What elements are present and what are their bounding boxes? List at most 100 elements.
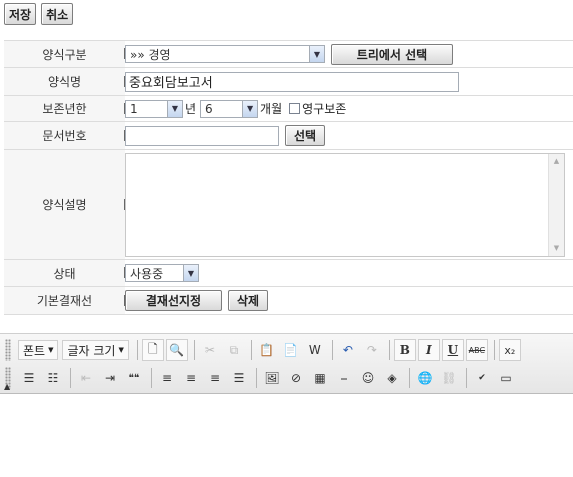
toolbar-row-2: ☰ ☷ ⇤ ⇥ ❝❝ ≡ ≡ ≡ ☰ 🖼 ⊘ ▦ ⎯ ☺ ◈ 🌐 ⛓ ✔ ▭ bbox=[18, 364, 519, 392]
permanent-label: 영구보존 bbox=[302, 102, 347, 116]
preview-icon[interactable]: 🔍 bbox=[165, 339, 188, 361]
unlink-icon[interactable]: ⛓ bbox=[438, 367, 460, 389]
delete-approval-line-button[interactable]: 삭제 bbox=[228, 290, 269, 311]
save-button[interactable]: 저장 bbox=[4, 3, 37, 25]
italic-button[interactable]: I bbox=[417, 339, 440, 361]
strikethrough-button[interactable]: ABC bbox=[465, 339, 488, 361]
row-approval-line: 기본결재선 결재선지정 삭제 bbox=[4, 286, 573, 315]
undo-icon[interactable]: ↶ bbox=[337, 339, 359, 361]
row-description: 양식설명 ▲ ▼ bbox=[4, 149, 573, 260]
row-retention: 보존년한 1 ▼ 년 6 ▼ 개월 영구보존 bbox=[4, 95, 573, 122]
paste-text-icon[interactable]: 📄 bbox=[280, 339, 302, 361]
font-dropdown[interactable]: 폰트 ▼ bbox=[18, 340, 59, 360]
form-table: 양식구분 »» 경영 ▼ 트리에서 선택 양식명 중요회담보고서 보존년한 1 bbox=[4, 40, 573, 315]
chevron-down-icon: ▼ bbox=[309, 46, 324, 62]
retention-months-value: 6 bbox=[205, 101, 213, 116]
special-char-icon[interactable]: ◈ bbox=[381, 367, 403, 389]
editor-content-area[interactable] bbox=[0, 395, 573, 477]
rich-text-editor: 폰트 ▼ 글자 크기 ▼ 🗋 🔍 ✂ ⧉ 📋 📄 W ↶ ↷ B I U ABC… bbox=[0, 333, 573, 477]
smiley-icon[interactable]: ☺ bbox=[357, 367, 379, 389]
tree-select-button[interactable]: 트리에서 선택 bbox=[331, 43, 453, 65]
toolbar-separator bbox=[136, 340, 138, 360]
permanent-checkbox[interactable] bbox=[289, 103, 301, 114]
toolbar-separator bbox=[409, 368, 410, 388]
toolbar-separator bbox=[250, 340, 252, 360]
toolbar-separator bbox=[388, 340, 390, 360]
paste-word-icon[interactable]: W bbox=[304, 339, 326, 361]
subscript-button[interactable]: x₂ bbox=[498, 339, 521, 361]
cancel-button[interactable]: 취소 bbox=[41, 3, 74, 25]
indent-icon[interactable]: ⇥ bbox=[99, 367, 121, 389]
toolbar-separator bbox=[466, 368, 467, 388]
chevron-down-icon: ▼ bbox=[167, 100, 182, 117]
link-icon[interactable]: 🌐 bbox=[414, 367, 436, 389]
doc-number-label: 문서번호 bbox=[4, 121, 125, 150]
image-icon[interactable]: 🖼 bbox=[261, 367, 283, 389]
retention-label: 보존년한 bbox=[4, 95, 125, 122]
align-justify-icon[interactable]: ☰ bbox=[228, 367, 250, 389]
blockquote-icon[interactable]: ❝❝ bbox=[123, 367, 145, 389]
status-select-value: 사용중 bbox=[130, 266, 164, 281]
row-doc-number: 문서번호 선택 bbox=[4, 121, 573, 150]
toolbar-separator bbox=[193, 340, 195, 360]
toolbar-row-1: 폰트 ▼ 글자 크기 ▼ 🗋 🔍 ✂ ⧉ 📋 📄 W ↶ ↷ B I U ABC… bbox=[18, 336, 523, 364]
chevron-down-icon: ▼ bbox=[242, 100, 258, 117]
status-label: 상태 bbox=[4, 259, 125, 287]
toolbar-separator bbox=[151, 368, 152, 388]
status-select[interactable]: 사용중 ▼ bbox=[125, 264, 199, 282]
paste-icon[interactable]: 📋 bbox=[256, 339, 278, 361]
retention-years-value: 1 bbox=[130, 101, 138, 116]
table-icon[interactable]: ▦ bbox=[309, 367, 331, 389]
name-label: 양식명 bbox=[4, 67, 125, 96]
source-icon[interactable]: ▭ bbox=[495, 367, 517, 389]
row-status: 상태 사용중 ▼ bbox=[4, 259, 573, 287]
caret-down-icon: ▼ bbox=[118, 346, 124, 354]
font-dropdown-label: 폰트 bbox=[23, 343, 46, 358]
bulleted-list-icon[interactable]: ☷ bbox=[42, 367, 64, 389]
years-unit: 년 bbox=[185, 102, 197, 116]
font-size-dropdown-label: 글자 크기 bbox=[67, 343, 116, 358]
caret-down-icon: ▼ bbox=[48, 346, 54, 354]
doc-number-input[interactable] bbox=[125, 125, 279, 146]
redo-icon[interactable]: ↷ bbox=[361, 339, 383, 361]
outdent-icon[interactable]: ⇤ bbox=[75, 367, 97, 389]
doc-number-select-button[interactable]: 선택 bbox=[285, 125, 326, 146]
align-left-icon[interactable]: ≡ bbox=[156, 367, 178, 389]
cut-icon[interactable]: ✂ bbox=[199, 339, 221, 361]
flash-icon[interactable]: ⊘ bbox=[285, 367, 307, 389]
row-name: 양식명 중요회담보고서 bbox=[4, 67, 573, 96]
copy-icon[interactable]: ⧉ bbox=[223, 339, 245, 361]
chevron-down-icon: ▼ bbox=[183, 265, 198, 281]
horizontal-rule-icon[interactable]: ⎯ bbox=[333, 367, 355, 389]
set-approval-line-button[interactable]: 결재선지정 bbox=[125, 290, 222, 311]
toolbar-separator bbox=[493, 340, 495, 360]
description-scrollbar[interactable]: ▲ ▼ bbox=[548, 153, 564, 256]
scroll-down-icon[interactable]: ▼ bbox=[549, 241, 564, 256]
toolbar-grip-icon[interactable] bbox=[5, 339, 11, 361]
font-size-dropdown[interactable]: 글자 크기 ▼ bbox=[62, 340, 129, 360]
new-page-icon[interactable]: 🗋 bbox=[141, 339, 164, 361]
category-select[interactable]: »» 경영 ▼ bbox=[125, 45, 325, 63]
category-select-value: »» 경영 bbox=[130, 47, 171, 62]
toolbar-separator bbox=[256, 368, 257, 388]
description-textarea[interactable]: ▲ ▼ bbox=[125, 152, 565, 257]
toolbar-separator bbox=[70, 368, 71, 388]
collapse-toolbar-icon[interactable]: ▲ bbox=[4, 382, 10, 391]
row-category: 양식구분 »» 경영 ▼ 트리에서 선택 bbox=[4, 40, 573, 68]
align-right-icon[interactable]: ≡ bbox=[204, 367, 226, 389]
top-actions: 저장 취소 bbox=[4, 3, 74, 25]
bold-button[interactable]: B bbox=[393, 339, 416, 361]
name-input[interactable]: 중요회담보고서 bbox=[125, 71, 459, 92]
numbered-list-icon[interactable]: ☰ bbox=[18, 367, 40, 389]
spellcheck-icon[interactable]: ✔ bbox=[471, 367, 493, 389]
scroll-up-icon[interactable]: ▲ bbox=[549, 154, 564, 169]
toolbar-separator bbox=[331, 340, 333, 360]
editor-toolbar: 폰트 ▼ 글자 크기 ▼ 🗋 🔍 ✂ ⧉ 📋 📄 W ↶ ↷ B I U ABC… bbox=[0, 334, 573, 394]
underline-button[interactable]: U bbox=[441, 339, 464, 361]
retention-months-select[interactable]: 6 ▼ bbox=[200, 99, 259, 118]
approval-line-label: 기본결재선 bbox=[4, 286, 125, 315]
retention-years-select[interactable]: 1 ▼ bbox=[125, 99, 183, 118]
category-label: 양식구분 bbox=[4, 40, 125, 68]
months-unit: 개월 bbox=[260, 102, 283, 116]
align-center-icon[interactable]: ≡ bbox=[180, 367, 202, 389]
